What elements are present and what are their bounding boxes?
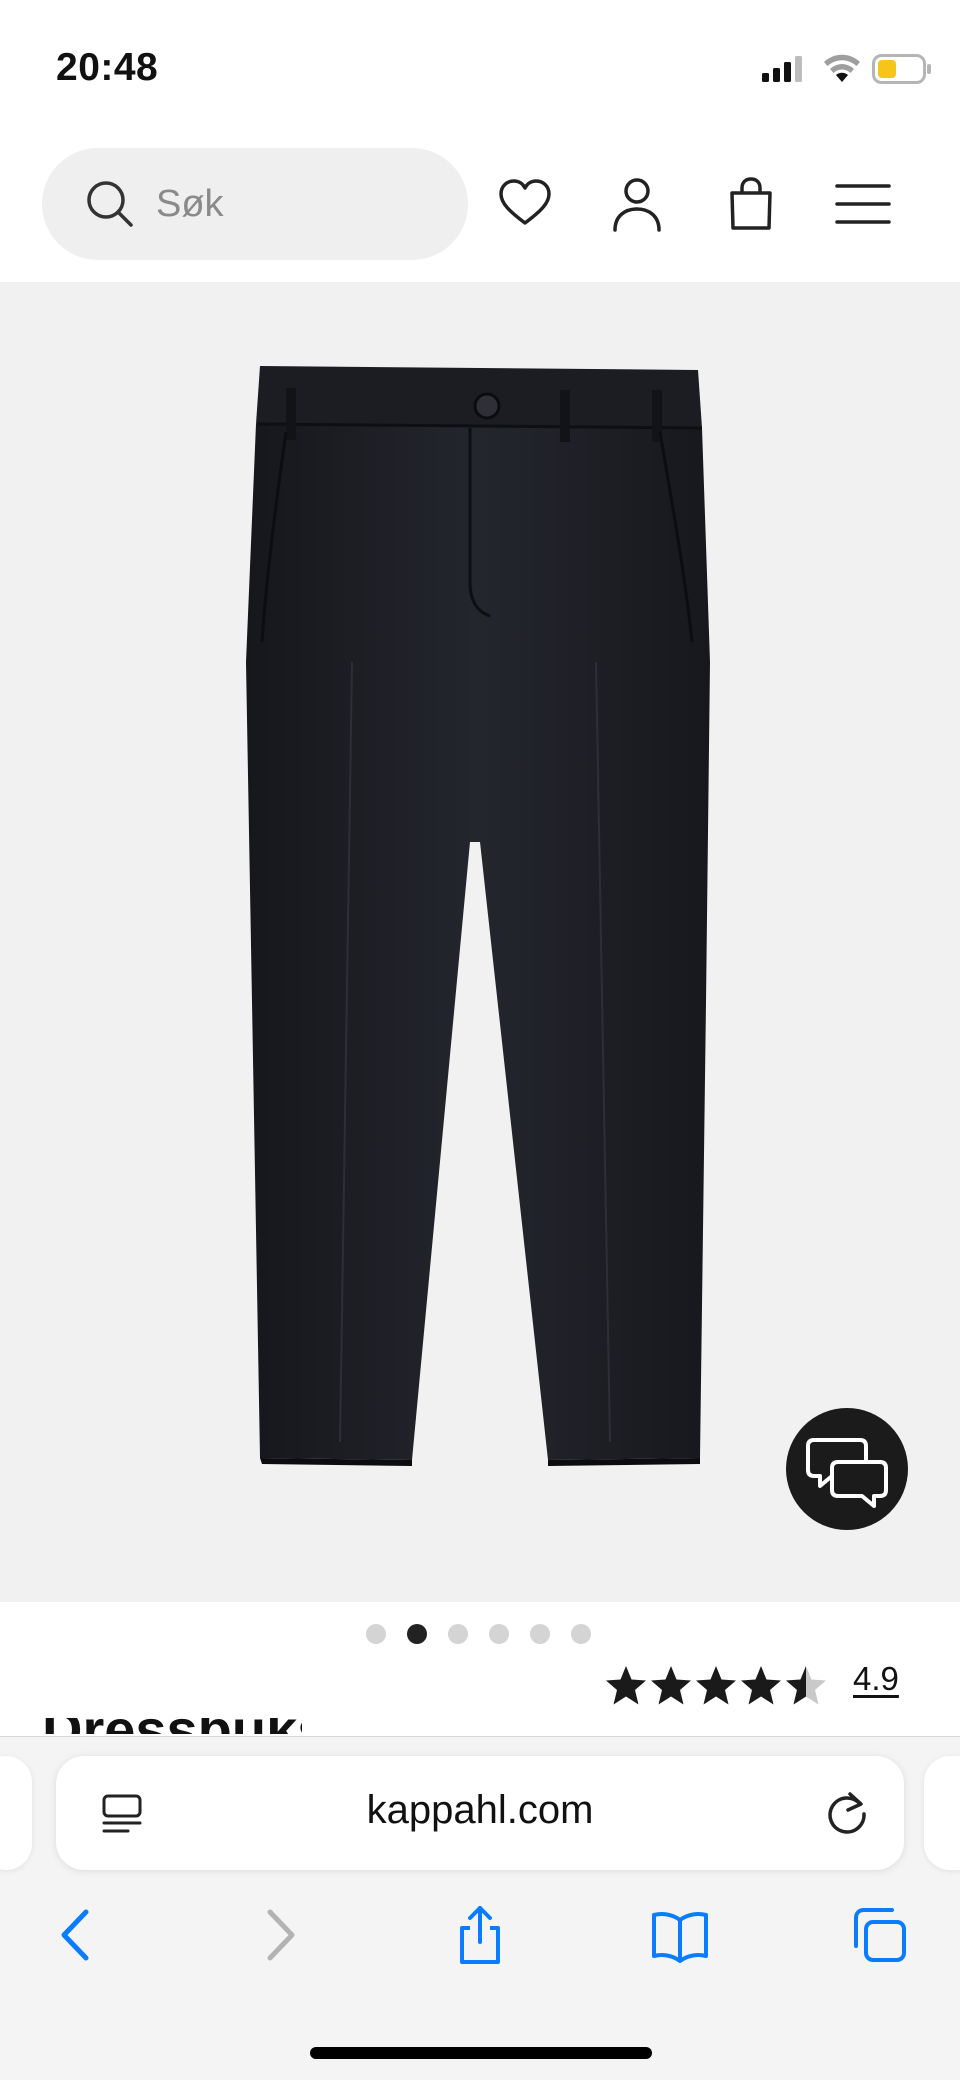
heart-icon[interactable]	[497, 176, 553, 232]
carousel-dot-active[interactable]	[407, 1624, 427, 1644]
trousers-image	[246, 366, 710, 1466]
carousel-dot[interactable]	[571, 1624, 591, 1644]
cellular-signal-icon	[762, 56, 802, 82]
bookmarks-icon[interactable]	[652, 1906, 708, 1964]
rating-stars[interactable]	[604, 1664, 830, 1708]
search-placeholder: Søk	[156, 183, 224, 225]
chat-bubbles-icon	[806, 1438, 888, 1508]
back-icon[interactable]	[48, 1906, 104, 1964]
share-icon[interactable]	[452, 1906, 508, 1964]
wifi-icon	[824, 54, 860, 82]
forward-icon[interactable]	[252, 1906, 308, 1964]
home-indicator	[310, 2047, 652, 2059]
status-time: 20:48	[56, 46, 159, 89]
battery-low-icon	[872, 54, 931, 84]
user-icon[interactable]	[609, 176, 665, 232]
product-title-partial: Dressbukse	[42, 1718, 302, 1734]
product-title-text: Dressbukse	[42, 1718, 302, 1734]
carousel-dot[interactable]	[530, 1624, 550, 1644]
chat-button[interactable]	[786, 1408, 908, 1530]
search-icon	[87, 181, 133, 227]
rating-value-link[interactable]: 4.9	[853, 1660, 899, 1698]
carousel-dots	[366, 1624, 591, 1648]
carousel-dot[interactable]	[489, 1624, 509, 1644]
carousel-dot[interactable]	[448, 1624, 468, 1644]
product-image[interactable]	[0, 282, 960, 1602]
url-text: kappahl.com	[366, 1788, 594, 1832]
tabs-icon[interactable]	[852, 1906, 908, 1964]
carousel-dot[interactable]	[366, 1624, 386, 1644]
shopping-bag-icon[interactable]	[723, 176, 779, 232]
reload-icon[interactable]	[824, 1790, 870, 1836]
hamburger-menu-icon[interactable]	[835, 176, 891, 232]
